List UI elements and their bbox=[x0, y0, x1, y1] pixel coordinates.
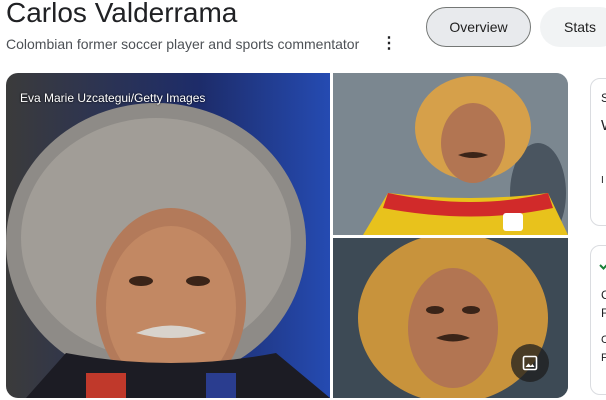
check-icon bbox=[599, 264, 606, 270]
side-card-1-line1: S bbox=[601, 91, 606, 105]
tab-overview[interactable]: Overview bbox=[426, 7, 531, 47]
side-card-1-line3: I bbox=[601, 175, 604, 186]
more-options-icon[interactable]: ⋮ bbox=[381, 33, 397, 53]
side-card-2[interactable]: C F C F bbox=[590, 245, 606, 395]
image-thumbnail-bottom[interactable] bbox=[333, 238, 568, 398]
page-subtitle: Colombian former soccer player and sport… bbox=[6, 36, 360, 52]
page-title: Carlos Valderrama bbox=[6, 0, 238, 28]
side-card-1[interactable]: S W I bbox=[590, 78, 606, 226]
side-card-1-line2: W bbox=[601, 117, 606, 134]
image-view-button[interactable] bbox=[511, 344, 549, 382]
side-card-2-line1: C bbox=[601, 288, 606, 302]
player-yellow-jersey-illustration bbox=[333, 73, 568, 235]
image-credit: Eva Marie Uzcategui/Getty Images bbox=[20, 91, 206, 105]
side-card-2-line2: F bbox=[601, 306, 606, 320]
main-image[interactable]: Eva Marie Uzcategui/Getty Images bbox=[6, 73, 330, 398]
tab-stats[interactable]: Stats bbox=[540, 7, 606, 47]
side-card-2-line3: C bbox=[601, 334, 606, 346]
image-thumbnail-top[interactable] bbox=[333, 73, 568, 235]
image-icon bbox=[522, 355, 538, 371]
side-card-2-line4: F bbox=[601, 352, 606, 364]
portrait-illustration bbox=[6, 103, 330, 398]
